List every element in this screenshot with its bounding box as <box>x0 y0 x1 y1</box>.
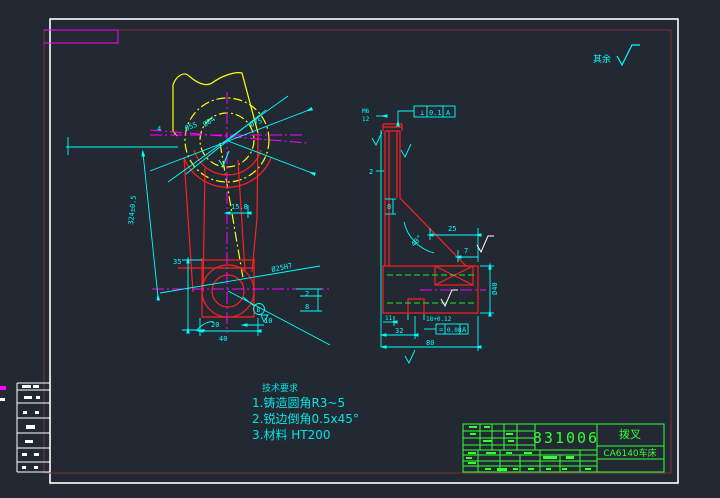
dimension-text-left: 4 Ø55 Ø84 Ø75 324±0.5 15.8 35 40 10 20 Ø… <box>127 115 309 343</box>
dim-25: 25 <box>448 225 456 233</box>
front-view: 4 Ø55 Ø84 Ø75 324±0.5 15.8 35 40 10 20 Ø… <box>66 73 330 345</box>
dim-diameter-75: Ø75 <box>249 117 264 129</box>
sheet-frame <box>44 19 678 483</box>
dim-diameter-55: Ø55 <box>184 121 199 133</box>
datum-b-label: B <box>257 307 261 314</box>
dim-length-324: 324±0.5 <box>127 195 138 225</box>
dim-2: 2 <box>369 168 373 176</box>
title-block: 831006 拨叉 CA6140车床 <box>463 424 664 472</box>
thread-callout: M6 <box>362 108 370 115</box>
part-name: 拨叉 <box>619 427 641 441</box>
note-line-2: 2.锐边倒角0.5x45° <box>252 412 359 426</box>
thread-depth: 12 <box>362 116 370 123</box>
dim-2: 2 <box>305 290 309 298</box>
fcf-top-datum: A <box>446 109 451 117</box>
dim-4: 4 <box>157 125 161 133</box>
dim-10: 10 <box>264 317 272 325</box>
dim-20: 20 <box>211 321 219 329</box>
fcf-slot-symbol: = <box>439 326 443 334</box>
part-number: 831006 <box>533 429 599 447</box>
machine-name: CA6140车床 <box>603 447 656 459</box>
dimensions-left <box>66 96 330 345</box>
dim-8: 8 <box>305 303 309 311</box>
drawing-canvas: 4 Ø55 Ø84 Ø75 324±0.5 15.8 35 40 10 20 Ø… <box>0 0 720 498</box>
surplus-roughness-mark: 其余 <box>593 45 640 65</box>
side-outline-red <box>383 124 478 313</box>
fcf-slot-tolerance: 0.08 <box>447 327 462 334</box>
dim-80: 80 <box>426 339 434 347</box>
cad-drawing-sheet: 4 Ø55 Ø84 Ø75 324±0.5 15.8 35 40 10 20 Ø… <box>0 0 720 498</box>
dim-diameter-40: Ø40 <box>491 282 499 295</box>
dim-diameter-84: Ø84 <box>202 115 217 129</box>
side-view: ⊥ 0.1 A M6 12 2 8 25 7 40° Ø40 11 32 80 … <box>362 106 499 363</box>
fcf-top-tolerance: 0.1 <box>429 109 442 117</box>
fcf-slot-datum: A <box>462 326 467 334</box>
dim-7: 7 <box>464 247 468 255</box>
dim-angle-40: 40° <box>410 234 424 249</box>
dim-11: 11 <box>385 315 393 322</box>
technical-notes: 技术要求 1.铸造圆角R3~5 2.锐边倒角0.5x45° 3.材料 HT200 <box>252 382 359 442</box>
fcf-top-symbol: ⊥ <box>420 109 424 117</box>
dim-slot-18: 18+0.12 <box>426 316 452 323</box>
dimensions-right <box>372 106 494 363</box>
dim-40: 40 <box>219 335 227 343</box>
illegible-strip-text <box>22 385 40 469</box>
surplus-label: 其余 <box>593 53 611 65</box>
dim-35: 35 <box>173 258 181 266</box>
revision-strip <box>0 383 50 472</box>
roughness-check-icon <box>617 45 640 65</box>
note-line-1: 1.铸造圆角R3~5 <box>252 395 345 410</box>
notes-title: 技术要求 <box>262 382 298 394</box>
note-line-3: 3.材料 HT200 <box>252 428 331 442</box>
dim-8: 8 <box>387 203 391 211</box>
dim-15-8: 15.8 <box>231 203 248 211</box>
dim-32: 32 <box>395 327 403 335</box>
